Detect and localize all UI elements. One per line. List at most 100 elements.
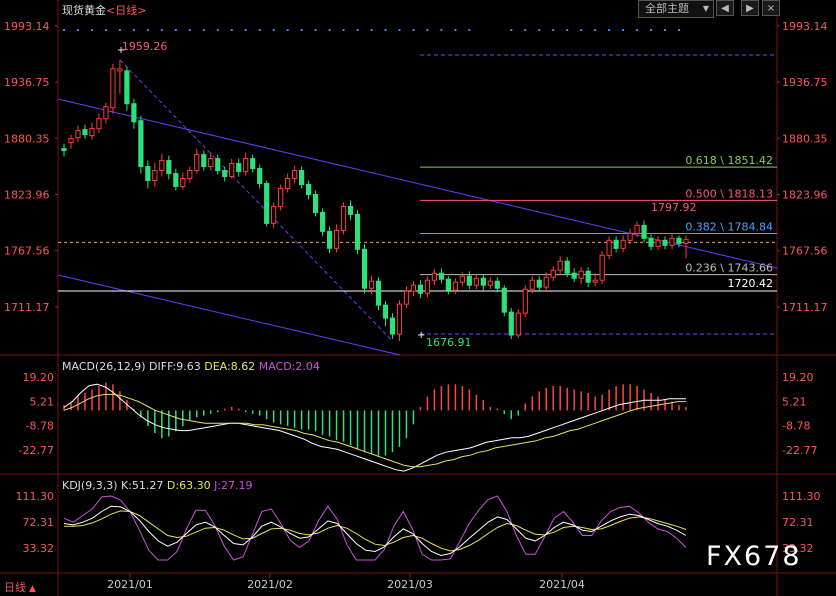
candle-body <box>473 277 479 286</box>
price-tick-left: 1711.17 <box>4 301 50 314</box>
candle-body <box>417 284 424 294</box>
candle-body <box>578 270 584 279</box>
period-prev[interactable]: < <box>106 4 115 17</box>
event-marker <box>328 29 331 31</box>
price-tick-left: 1936.75 <box>4 76 50 89</box>
candle-body <box>292 170 298 180</box>
candle-body <box>648 237 654 247</box>
candle-body <box>117 68 123 72</box>
prev-button[interactable]: ◀ <box>716 0 734 16</box>
candle-body <box>285 178 291 189</box>
candle-body <box>501 287 507 313</box>
candle-body <box>326 230 333 249</box>
gold-daily-chart[interactable]: 1993.14 1993.14 1936.75 1936.75 1880.35 1880.… <box>0 0 836 596</box>
event-marker <box>118 29 121 31</box>
candle-body <box>110 68 116 109</box>
candle-body <box>634 224 640 234</box>
recent-high-label: 1797.92 <box>651 201 697 214</box>
candle-body <box>187 170 193 180</box>
macd-tick-left: -22.77 <box>19 444 54 457</box>
period-label[interactable]: 日线 <box>115 4 137 17</box>
candle-body <box>145 166 151 182</box>
kdj-tick-left: 72.31 <box>23 516 55 529</box>
macd-tick-right: 19.20 <box>782 371 814 384</box>
candle-body <box>389 317 396 335</box>
event-marker <box>188 29 191 31</box>
candle-body <box>627 232 633 241</box>
period-next[interactable]: > <box>137 4 146 17</box>
support-label: 1720.42 <box>728 277 774 290</box>
candle-body <box>480 277 486 286</box>
macd-diff-value: DIFF:9.63 <box>149 360 201 373</box>
candle-body <box>508 311 514 336</box>
candle-body <box>494 280 500 289</box>
event-marker <box>566 29 569 31</box>
macd-tick-left: 5.21 <box>30 395 55 408</box>
event-marker <box>342 29 345 31</box>
event-marker <box>664 29 667 31</box>
close-button[interactable]: × <box>762 0 780 16</box>
low-marker: + <box>417 330 425 341</box>
candle-body <box>361 248 368 289</box>
kdj-d-value: D:63.30 <box>166 479 211 492</box>
event-marker <box>384 29 387 31</box>
candle-body <box>103 106 109 120</box>
kdj-params: KDJ(9,3,3) <box>62 479 118 492</box>
candle-body <box>347 205 354 215</box>
candle-body <box>159 160 165 172</box>
macd-tick-right: -22.77 <box>782 444 817 457</box>
event-marker <box>286 29 289 31</box>
chevron-down-icon: ▼ <box>702 4 709 13</box>
fib-label: 0.236 \ 1743.66 <box>685 262 773 275</box>
kdj-k-line <box>63 505 687 557</box>
candle-body <box>557 260 563 271</box>
candle-body <box>515 312 521 336</box>
event-marker <box>272 29 275 31</box>
price-tick-left: 1880.35 <box>4 132 50 145</box>
candle-body <box>375 280 382 306</box>
candle-body <box>452 281 458 291</box>
event-marker <box>426 29 429 31</box>
event-marker <box>370 29 373 31</box>
price-tick-right: 1767.56 <box>782 245 828 258</box>
kdj-j-value: J:27.19 <box>214 479 253 492</box>
macd-dea-line <box>63 393 686 468</box>
trend-line-lower <box>57 274 401 356</box>
price-tick-left: 1823.96 <box>4 189 50 202</box>
candle-body <box>641 224 647 239</box>
event-marker <box>594 29 597 31</box>
event-marker <box>356 29 359 31</box>
price-tick-left: 1767.56 <box>4 245 50 258</box>
price-tick-left: 1993.14 <box>4 20 50 33</box>
candle-body <box>340 205 347 231</box>
candle-body <box>536 279 542 288</box>
candle-body <box>299 170 305 186</box>
chevron-up-icon: ▲ <box>29 584 36 594</box>
candle-body <box>431 272 438 281</box>
candle-body <box>655 239 661 247</box>
next-button[interactable]: ▶ <box>741 0 759 16</box>
candle-body <box>396 303 403 335</box>
theme-select[interactable]: 全部主题 ▼ <box>638 0 714 18</box>
trend-line-upper <box>57 98 778 269</box>
candle-body <box>278 187 284 207</box>
event-marker <box>244 29 247 31</box>
footer-period[interactable]: 日线 ▲ <box>4 579 36 595</box>
event-marker <box>608 29 611 31</box>
candle-body <box>250 158 256 170</box>
candle-body <box>382 304 389 319</box>
event-marker <box>132 29 135 31</box>
kdj-tick-left: 111.30 <box>16 490 55 503</box>
kdj-tick-left: 33.32 <box>23 542 55 555</box>
candle-body <box>68 138 74 144</box>
event-marker <box>216 29 219 31</box>
kdj-tick-right: 111.30 <box>782 490 821 503</box>
low-label: 1676.91 <box>426 336 472 349</box>
event-marker <box>552 29 555 31</box>
fib-label: 0.618 \ 1851.42 <box>685 154 773 167</box>
candle-body <box>585 270 591 283</box>
event-marker <box>398 29 401 31</box>
event-marker <box>468 29 471 31</box>
candle-body <box>180 178 186 187</box>
candle-body <box>312 193 319 213</box>
